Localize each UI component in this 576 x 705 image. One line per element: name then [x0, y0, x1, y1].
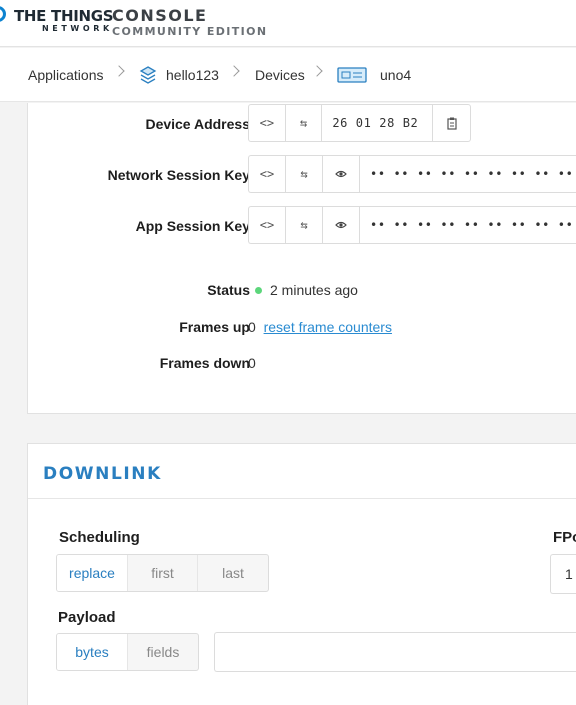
byte-order-icon[interactable]: ⇆ [286, 207, 323, 243]
logo-subtext: NETWORK [42, 24, 113, 33]
status-value: 2 minutes ago [255, 282, 358, 298]
status-label: Status [207, 282, 250, 298]
device-address-value[interactable]: 26 01 28 B2 [322, 105, 434, 141]
app-session-key-field: <> ⇆ •• •• •• •• •• •• •• •• •• •• [248, 206, 576, 244]
eye-icon[interactable] [323, 207, 360, 243]
app-session-key-value[interactable]: •• •• •• •• •• •• •• •• •• •• [360, 207, 576, 243]
network-session-key-value[interactable]: •• •• •• •• •• •• •• •• •• •• [360, 156, 576, 192]
scheduling-first-option[interactable]: first [128, 555, 198, 591]
breadcrumb: Applications hello123 Devices uno4 [0, 48, 576, 102]
eye-icon[interactable] [323, 156, 360, 192]
frames-up-value-row: 0 reset frame counters [248, 319, 392, 335]
byte-order-icon[interactable]: ⇆ [286, 156, 323, 192]
reset-frame-counters-link[interactable]: reset frame counters [264, 319, 392, 335]
code-toggle-icon[interactable]: <> [249, 207, 286, 243]
byte-order-icon[interactable]: ⇆ [286, 105, 323, 141]
code-toggle-icon[interactable]: <> [249, 105, 286, 141]
payload-bytes-option[interactable]: bytes [57, 634, 128, 670]
payload-fields-option[interactable]: fields [128, 634, 198, 670]
device-address-field: <> ⇆ 26 01 28 B2 [248, 104, 471, 142]
breadcrumb-devices[interactable]: Devices [255, 48, 305, 102]
network-session-key-label: Network Session Key [107, 167, 250, 183]
device-overview-card: Device Address <> ⇆ 26 01 28 B2 Network … [27, 103, 576, 414]
frames-up-label: Frames up [179, 319, 250, 335]
breadcrumb-application[interactable]: hello123 [166, 48, 219, 102]
scheduling-replace-option[interactable]: replace [57, 555, 128, 591]
top-header: THE THINGS NETWORK CONSOLE COMMUNITY EDI… [0, 0, 576, 47]
frames-down-label: Frames down [159, 355, 250, 371]
layers-icon [139, 65, 157, 90]
status-dot-icon [255, 287, 262, 294]
chevron-right-icon [113, 65, 125, 77]
logo-text[interactable]: THE THINGS [14, 7, 114, 25]
scheduling-selector: replace first last [56, 554, 269, 592]
console-title[interactable]: CONSOLE [112, 6, 207, 25]
downlink-title: DOWNLINK [43, 464, 162, 484]
network-session-key-field: <> ⇆ •• •• •• •• •• •• •• •• •• •• [248, 155, 576, 193]
downlink-header: DOWNLINK [28, 444, 576, 499]
frames-down-value: 0 [248, 355, 256, 371]
ttn-logo-icon [0, 2, 10, 26]
chevron-right-icon [311, 65, 323, 77]
breadcrumb-applications[interactable]: Applications [28, 48, 104, 102]
scheduling-label: Scheduling [59, 529, 140, 546]
scheduling-last-option[interactable]: last [198, 555, 268, 591]
chevron-right-icon [228, 65, 240, 77]
payload-format-selector: bytes fields [56, 633, 199, 671]
app-session-key-label: App Session Key [135, 218, 250, 234]
console-edition: COMMUNITY EDITION [112, 25, 268, 38]
downlink-card: DOWNLINK Scheduling replace first last F… [27, 443, 576, 705]
fport-input[interactable]: 1 [550, 554, 576, 594]
payload-label: Payload [58, 609, 116, 626]
device-address-label: Device Address [145, 116, 250, 132]
last-seen-text: 2 minutes ago [270, 282, 358, 298]
frames-up-value: 0 [248, 319, 256, 335]
device-icon [337, 66, 367, 89]
fport-label: FPo [553, 529, 576, 546]
clipboard-icon[interactable] [433, 105, 470, 141]
breadcrumb-device[interactable]: uno4 [380, 48, 411, 102]
code-toggle-icon[interactable]: <> [249, 156, 286, 192]
payload-input[interactable] [214, 632, 576, 672]
